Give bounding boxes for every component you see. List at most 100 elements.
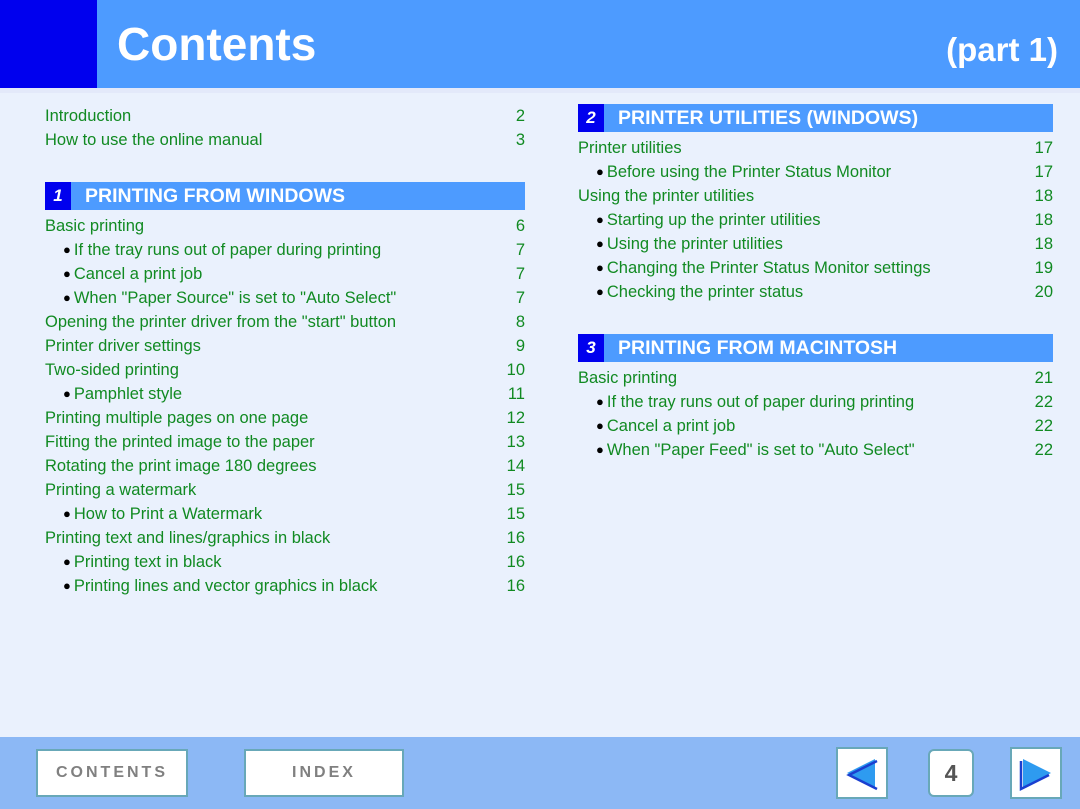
toc-row[interactable]: Printer driver settings 9: [45, 334, 525, 358]
toc-row[interactable]: ● Cancel a print job 7: [45, 262, 525, 286]
right-column: 2 PRINTER UTILITIES (WINDOWS) Printer ut…: [578, 104, 1053, 462]
section-2-entry-list: Printer utilities 17 ● Before using the P…: [578, 136, 1053, 304]
toc-entry-label: Fitting the printed image to the paper: [45, 433, 315, 451]
toc-row[interactable]: Printer utilities 17: [578, 136, 1053, 160]
toc-entry-label: If the tray runs out of paper during pri…: [73, 241, 382, 259]
bullet-icon: ●: [63, 554, 71, 569]
toc-entry-label: Cancel a print job: [73, 265, 203, 283]
toc-row[interactable]: Opening the printer driver from the "sta…: [45, 310, 525, 334]
toc-row[interactable]: ● Changing the Printer Status Monitor set…: [578, 256, 1053, 280]
toc-entry-page: 22: [1034, 417, 1053, 435]
toc-row[interactable]: Using the printer utilities 18: [578, 184, 1053, 208]
toc-row[interactable]: Printing text and lines/graphics in blac…: [45, 526, 525, 550]
page-header: Contents (part 1): [0, 0, 1080, 88]
toc-entry-label: When "Paper Feed" is set to "Auto Select…: [606, 441, 915, 459]
toc-row[interactable]: ● When "Paper Feed" is set to "Auto Selec…: [578, 438, 1053, 462]
section-title: PRINTING FROM WINDOWS: [71, 182, 525, 210]
toc-entry-page: 18: [1034, 187, 1053, 205]
toc-row[interactable]: Fitting the printed image to the paper 1…: [45, 430, 525, 454]
section-3-entry-list: Basic printing 21 ● If the tray runs out …: [578, 366, 1053, 462]
toc-entry-label: How to use the online manual: [45, 131, 263, 149]
toc-row[interactable]: ● Printing lines and vector graphics in b…: [45, 574, 525, 598]
toc-entry-label: Using the printer utilities: [606, 235, 783, 253]
bullet-icon: ●: [63, 386, 71, 401]
toc-entry-page: 16: [506, 529, 525, 547]
toc-row[interactable]: Two-sided printing 10: [45, 358, 525, 382]
toc-row[interactable]: ● Before using the Printer Status Monitor…: [578, 160, 1053, 184]
bullet-icon: ●: [63, 506, 71, 521]
index-button[interactable]: INDEX: [244, 749, 404, 797]
toc-entry-page: 19: [1034, 259, 1053, 277]
toc-row[interactable]: Introduction 2: [45, 104, 525, 128]
toc-row[interactable]: Rotating the print image 180 degrees 14: [45, 454, 525, 478]
toc-entry-page: 7: [515, 265, 525, 283]
toc-entry-page: 15: [506, 505, 525, 523]
toc-entry-label: Basic printing: [45, 217, 145, 235]
bullet-icon: ●: [596, 212, 604, 227]
toc-entry-label: Printing text and lines/graphics in blac…: [45, 529, 331, 547]
intro-entry-list: Introduction 2 How to use the online man…: [45, 104, 525, 152]
previous-page-button[interactable]: [836, 747, 888, 799]
toc-entry-label: Opening the printer driver from the "sta…: [45, 313, 397, 331]
bullet-icon: ●: [596, 164, 604, 179]
bullet-icon: ●: [63, 266, 71, 281]
section-1-entry-list: Basic printing 6 ● If the tray runs out o…: [45, 214, 525, 598]
bullet-icon: ●: [63, 290, 71, 305]
contents-button-label: CONTENTS: [56, 764, 168, 781]
toc-row[interactable]: ● Using the printer utilities 18: [578, 232, 1053, 256]
toc-row[interactable]: Printing multiple pages on one page 12: [45, 406, 525, 430]
toc-entry-label: Rotating the print image 180 degrees: [45, 457, 317, 475]
toc-row[interactable]: ● If the tray runs out of paper during pr…: [45, 238, 525, 262]
footer-navigation-bar: CONTENTS INDEX 4: [0, 737, 1080, 809]
toc-entry-label: Printing lines and vector graphics in bl…: [73, 577, 378, 595]
toc-row[interactable]: ● How to Print a Watermark 15: [45, 502, 525, 526]
bullet-icon: ●: [63, 578, 71, 593]
section-title: PRINTING FROM MACINTOSH: [604, 334, 1053, 362]
toc-entry-label: Two-sided printing: [45, 361, 179, 379]
toc-entry-page: 22: [1034, 393, 1053, 411]
toc-entry-label: Printer driver settings: [45, 337, 201, 355]
toc-entry-label: Printing a watermark: [45, 481, 197, 499]
triangle-right-icon: [1017, 754, 1055, 792]
index-button-label: INDEX: [292, 764, 356, 781]
toc-entry-label: Printing multiple pages on one page: [45, 409, 309, 427]
toc-entry-page: 18: [1034, 235, 1053, 253]
bullet-icon: ●: [596, 418, 604, 433]
section-header-printing-from-macintosh: 3 PRINTING FROM MACINTOSH: [578, 334, 1053, 362]
toc-entry-page: 7: [515, 289, 525, 307]
toc-row[interactable]: How to use the online manual 3: [45, 128, 525, 152]
header-divider: [0, 88, 1080, 93]
toc-row[interactable]: ● Checking the printer status 20: [578, 280, 1053, 304]
left-column: Introduction 2 How to use the online man…: [45, 104, 525, 598]
toc-row[interactable]: ● Pamphlet style 11: [45, 382, 525, 406]
section-header-printing-from-windows: 1 PRINTING FROM WINDOWS: [45, 182, 525, 210]
toc-entry-page: 12: [506, 409, 525, 427]
toc-entry-page: 16: [506, 553, 525, 571]
bullet-icon: ●: [63, 242, 71, 257]
toc-row[interactable]: ● Cancel a print job 22: [578, 414, 1053, 438]
toc-row[interactable]: ● When "Paper Source" is set to "Auto Sel…: [45, 286, 525, 310]
current-page-number: 4: [944, 759, 958, 786]
toc-row[interactable]: Basic printing 21: [578, 366, 1053, 390]
toc-entry-label: Cancel a print job: [606, 417, 736, 435]
next-page-button[interactable]: [1010, 747, 1062, 799]
section-header-printer-utilities-windows: 2 PRINTER UTILITIES (WINDOWS): [578, 104, 1053, 132]
toc-entry-label: Basic printing: [578, 369, 678, 387]
section-number: 3: [578, 334, 604, 362]
toc-row[interactable]: ● Starting up the printer utilities 18: [578, 208, 1053, 232]
toc-row[interactable]: ● Printing text in black 16: [45, 550, 525, 574]
toc-entry-label: Checking the printer status: [606, 283, 804, 301]
contents-button[interactable]: CONTENTS: [36, 749, 188, 797]
toc-row[interactable]: ● If the tray runs out of paper during pr…: [578, 390, 1053, 414]
page-title: Contents: [117, 18, 317, 70]
toc-row[interactable]: Printing a watermark 15: [45, 478, 525, 502]
toc-entry-page: 17: [1034, 163, 1053, 181]
header-accent-block: [0, 0, 97, 88]
bullet-icon: ●: [596, 260, 604, 275]
toc-entry-label: Starting up the printer utilities: [606, 211, 821, 229]
toc-row[interactable]: Basic printing 6: [45, 214, 525, 238]
bullet-icon: ●: [596, 284, 604, 299]
toc-entry-page: 18: [1034, 211, 1053, 229]
